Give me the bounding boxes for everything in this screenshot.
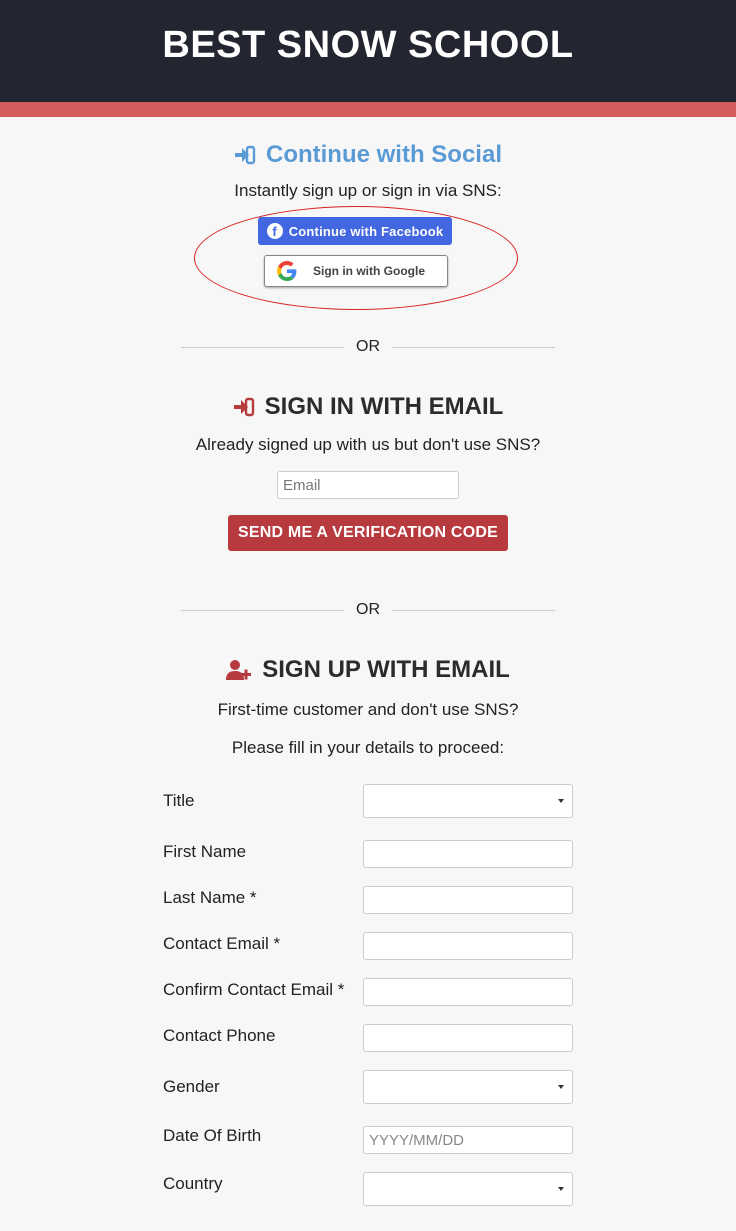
contact-email-label: Contact Email * <box>163 934 281 953</box>
contact-phone-label: Contact Phone <box>163 1026 276 1045</box>
country-select[interactable] <box>363 1172 573 1206</box>
signup-form: Title First Name Last Name * Contact Ema… <box>0 784 736 1231</box>
divider-line <box>392 609 555 611</box>
confirm-email-input[interactable] <box>363 978 573 1006</box>
header-stripe <box>0 102 736 117</box>
gender-label: Gender <box>163 1077 220 1096</box>
send-verification-code-button[interactable]: SEND ME A VERIFICATION CODE <box>228 515 508 551</box>
first-name-label: First Name <box>163 842 247 861</box>
social-section: Continue with Social Instantly sign up o… <box>0 139 736 758</box>
last-name-input[interactable] <box>363 886 573 914</box>
confirm-email-label: Confirm Contact Email * <box>163 980 345 999</box>
contact-phone-input[interactable] <box>363 1024 573 1052</box>
or-text: OR <box>356 338 380 355</box>
divider-line <box>392 346 555 348</box>
user-plus-icon <box>226 660 252 680</box>
google-signin-button[interactable]: Sign in with Google <box>264 255 448 287</box>
first-name-input[interactable] <box>363 840 573 868</box>
title-select[interactable] <box>363 784 573 818</box>
divider-line <box>181 346 344 348</box>
sign-in-icon <box>233 397 254 417</box>
gender-select[interactable] <box>363 1070 573 1104</box>
signup-subtitle: First-time customer and don't use SNS? <box>217 700 519 719</box>
divider-line <box>181 609 344 611</box>
dob-label: Date Of Birth <box>163 1126 262 1145</box>
google-icon <box>277 261 297 281</box>
social-buttons: f Continue with Facebook Sign in with Go… <box>0 206 736 312</box>
site-header: BEST SNOW SCHOOL <box>0 0 736 102</box>
or-text: OR <box>356 601 380 618</box>
signup-instructions: Please fill in your details to proceed: <box>231 738 505 757</box>
social-subtitle: Instantly sign up or sign in via SNS: <box>234 181 502 200</box>
social-heading: Continue with Social <box>0 139 736 171</box>
caret-down-icon <box>558 1187 564 1191</box>
signin-heading-text: SIGN IN WITH EMAIL <box>264 393 504 420</box>
sign-in-icon <box>234 145 256 165</box>
title-label: Title <box>163 791 195 810</box>
social-heading-text: Continue with Social <box>265 141 502 168</box>
facebook-button-label: Continue with Facebook <box>288 223 444 239</box>
signin-heading: SIGN IN WITH EMAIL <box>0 391 736 423</box>
google-button-label: Sign in with Google <box>313 264 425 278</box>
dob-input[interactable] <box>363 1126 573 1154</box>
signup-heading: SIGN UP WITH EMAIL <box>0 654 736 686</box>
country-label: Country <box>163 1174 223 1193</box>
caret-down-icon <box>558 1085 564 1089</box>
caret-down-icon <box>558 799 564 803</box>
contact-email-input[interactable] <box>363 932 573 960</box>
signin-subtitle: Already signed up with us but don't use … <box>195 435 541 454</box>
site-title: BEST SNOW SCHOOL <box>162 23 574 66</box>
last-name-label: Last Name * <box>163 888 257 907</box>
or-divider: OR <box>181 599 555 621</box>
facebook-login-button[interactable]: f Continue with Facebook <box>258 217 452 245</box>
signup-heading-text: SIGN UP WITH EMAIL <box>262 656 510 683</box>
signin-email-input[interactable] <box>277 471 459 499</box>
facebook-icon: f <box>266 223 283 239</box>
or-divider: OR <box>181 336 555 358</box>
